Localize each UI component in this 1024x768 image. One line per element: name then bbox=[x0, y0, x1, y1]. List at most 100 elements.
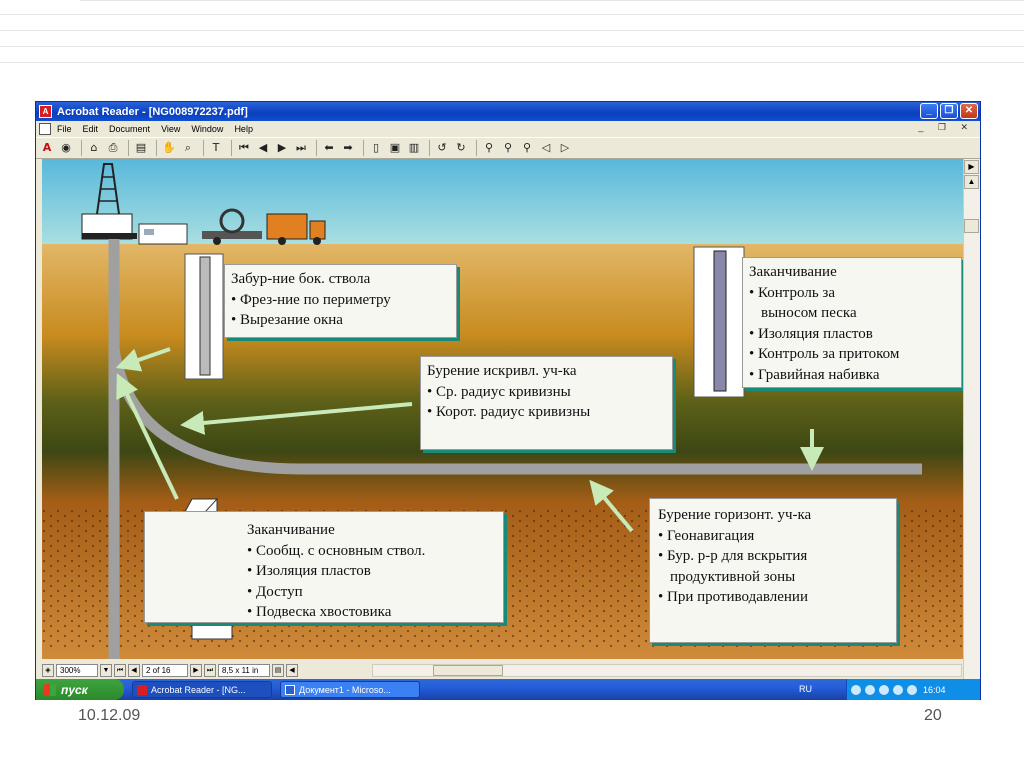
rotate-right-icon[interactable]: ↻ bbox=[453, 140, 469, 156]
first-page-status-icon[interactable]: ⏮ bbox=[114, 664, 126, 677]
toolbar-separator bbox=[203, 140, 204, 156]
tray-app-icon[interactable] bbox=[893, 684, 903, 695]
callout-item: • Корот. радиус кривизны bbox=[427, 404, 591, 420]
document-window-controls[interactable]: _ ❐ ✕ bbox=[918, 122, 974, 133]
callout-completion-left: Заканчивание • Сообщ. с основным ствол. … bbox=[144, 511, 504, 623]
callout-item: • Контроль за притоком bbox=[749, 346, 900, 362]
taskbar-item-word[interactable]: Документ1 - Microso... bbox=[280, 681, 420, 698]
start-label: пуск bbox=[61, 682, 88, 697]
menu-file[interactable]: File bbox=[57, 124, 72, 134]
callout-curve-drilling: Бурение искривл. уч-ка • Ср. радиус крив… bbox=[420, 356, 673, 450]
next-highlight-icon[interactable]: ▷ bbox=[557, 140, 573, 156]
tray-app-icon[interactable] bbox=[879, 684, 889, 695]
decorative-lines bbox=[0, 0, 1024, 80]
tray-expand-icon[interactable] bbox=[851, 684, 861, 695]
page-layout-icon[interactable]: ▤ bbox=[272, 664, 284, 677]
next-page-status-icon[interactable]: ▶ bbox=[190, 664, 202, 677]
callout-item: • Подвеска хвостовика bbox=[247, 604, 392, 620]
trailer-icon bbox=[138, 223, 188, 245]
callout-sidetrack: Забур-ние бок. ствола • Фрез-ние по пери… bbox=[224, 264, 457, 338]
horizontal-scroll-thumb[interactable] bbox=[433, 665, 503, 676]
callout-item: • Фрез-ние по периметру bbox=[231, 291, 391, 308]
open-icon[interactable]: ⌂ bbox=[86, 140, 102, 156]
status-bar: ◈ 300% ▼ ⏮ ◀ 2 of 16 ▶ ⏭ 8,5 x 11 in ▤ ◀ bbox=[42, 663, 963, 678]
get-info-icon[interactable]: ◉ bbox=[58, 140, 74, 156]
callout-item: продуктивной зоны bbox=[670, 568, 796, 585]
toolbar-separator bbox=[429, 140, 430, 156]
callout-item: • Вырезание окна bbox=[231, 312, 343, 328]
clock[interactable]: 16:04 bbox=[923, 685, 946, 695]
navigation-pane-toggle-icon[interactable]: ◈ bbox=[42, 664, 54, 677]
go-forward-icon[interactable]: ➡ bbox=[340, 140, 356, 156]
callout-item: • Геонавигация bbox=[658, 527, 755, 544]
rotate-left-icon[interactable]: ↺ bbox=[434, 140, 450, 156]
acrobat-reader-window: A Acrobat Reader - [NG008972237.pdf] _ ❐… bbox=[35, 101, 981, 700]
acrobat-task-icon bbox=[137, 684, 147, 695]
search-results-icon[interactable]: ⚲ bbox=[519, 140, 535, 156]
callout-completion-right: Заканчивание • Контроль за выносом песка… bbox=[742, 257, 962, 388]
acrobat-icon[interactable]: A bbox=[39, 140, 55, 156]
zoom-level-field[interactable]: 300% bbox=[56, 664, 98, 677]
menu-edit[interactable]: Edit bbox=[83, 124, 99, 134]
find-icon[interactable]: ⚲ bbox=[481, 140, 497, 156]
fit-width-icon[interactable]: ▥ bbox=[406, 140, 422, 156]
menu-view[interactable]: View bbox=[161, 124, 180, 134]
show-hide-navigation-icon[interactable]: ▤ bbox=[133, 140, 149, 156]
task-label: Документ1 - Microso... bbox=[299, 684, 391, 695]
toolbar: A ◉ ⌂ ⎙ ▤ ✋ ⌕ T ⏮ ◀ ▶ ⏭ ⬅ ➡ ▯ ▣ ▥ ↺ ↻ ⚲ … bbox=[36, 137, 980, 159]
window-titlebar[interactable]: A Acrobat Reader - [NG008972237.pdf] _ ❐… bbox=[36, 102, 980, 121]
window-title: Acrobat Reader - [NG008972237.pdf] bbox=[57, 105, 248, 118]
page-number-field[interactable]: 2 of 16 bbox=[142, 664, 188, 677]
menu-document[interactable]: Document bbox=[109, 124, 150, 134]
callout-item: • Сообщ. с основным ствол. bbox=[247, 542, 426, 559]
minimize-button[interactable]: _ bbox=[920, 103, 938, 119]
scroll-right-arrow-icon[interactable]: ▶ bbox=[964, 160, 979, 174]
tray-app-icon[interactable] bbox=[865, 684, 875, 695]
vertical-scrollbar[interactable]: ▶ ▲ bbox=[963, 159, 980, 679]
callout-heading: Бурение искривл. уч-ка bbox=[427, 363, 577, 379]
document-view[interactable]: Забур-ние бок. ствола • Фрез-ние по пери… bbox=[42, 159, 963, 659]
previous-highlight-icon[interactable]: ◁ bbox=[538, 140, 554, 156]
vertical-scroll-thumb[interactable] bbox=[964, 219, 979, 233]
actual-size-icon[interactable]: ▯ bbox=[368, 140, 384, 156]
go-back-icon[interactable]: ⬅ bbox=[321, 140, 337, 156]
system-tray: RU 16:04 bbox=[799, 679, 980, 700]
toolbar-separator bbox=[316, 140, 317, 156]
menu-window[interactable]: Window bbox=[191, 124, 223, 134]
page-size-field: 8,5 x 11 in bbox=[218, 664, 270, 677]
zoom-dropdown-arrow-icon[interactable]: ▼ bbox=[100, 664, 112, 677]
search-icon[interactable]: ⚲ bbox=[500, 140, 516, 156]
previous-page-icon[interactable]: ◀ bbox=[255, 140, 271, 156]
windows-logo-icon bbox=[44, 683, 56, 696]
scroll-up-arrow-icon[interactable]: ▲ bbox=[964, 175, 979, 189]
close-button[interactable]: ✕ bbox=[960, 103, 978, 119]
callout-item: • Изоляция пластов bbox=[247, 563, 371, 579]
last-page-icon[interactable]: ⏭ bbox=[293, 140, 309, 156]
callout-item: • Контроль за bbox=[749, 284, 835, 301]
zoom-tool-icon[interactable]: ⌕ bbox=[180, 140, 196, 156]
menu-help[interactable]: Help bbox=[234, 124, 253, 134]
callout-heading: Забур-ние бок. ствола bbox=[231, 271, 371, 287]
print-icon[interactable]: ⎙ bbox=[105, 140, 121, 156]
last-page-status-icon[interactable]: ⏭ bbox=[204, 664, 216, 677]
fit-page-icon[interactable]: ▣ bbox=[387, 140, 403, 156]
first-page-icon[interactable]: ⏮ bbox=[236, 140, 252, 156]
callout-item: • Изоляция пластов bbox=[749, 325, 873, 342]
previous-page-status-icon[interactable]: ◀ bbox=[128, 664, 140, 677]
callout-item: • Гравийная набивка bbox=[749, 366, 880, 383]
callout-item: • Доступ bbox=[247, 583, 303, 600]
hand-tool-icon[interactable]: ✋ bbox=[161, 140, 177, 156]
document-icon[interactable] bbox=[39, 123, 51, 135]
restore-button[interactable]: ❐ bbox=[940, 103, 958, 119]
language-indicator[interactable]: RU bbox=[799, 684, 812, 694]
menu-bar: File Edit Document View Window Help _ ❐ … bbox=[36, 121, 980, 137]
start-button[interactable]: пуск bbox=[36, 679, 124, 700]
scroll-left-arrow-icon[interactable]: ◀ bbox=[286, 664, 298, 677]
horizontal-scrollbar[interactable] bbox=[372, 664, 962, 677]
volume-icon[interactable] bbox=[907, 684, 917, 695]
next-page-icon[interactable]: ▶ bbox=[274, 140, 290, 156]
taskbar-item-acrobat[interactable]: Acrobat Reader - [NG... bbox=[132, 681, 272, 698]
slide-page-number: 20 bbox=[924, 707, 942, 724]
toolbar-separator bbox=[231, 140, 232, 156]
text-select-tool-icon[interactable]: T bbox=[208, 140, 224, 156]
